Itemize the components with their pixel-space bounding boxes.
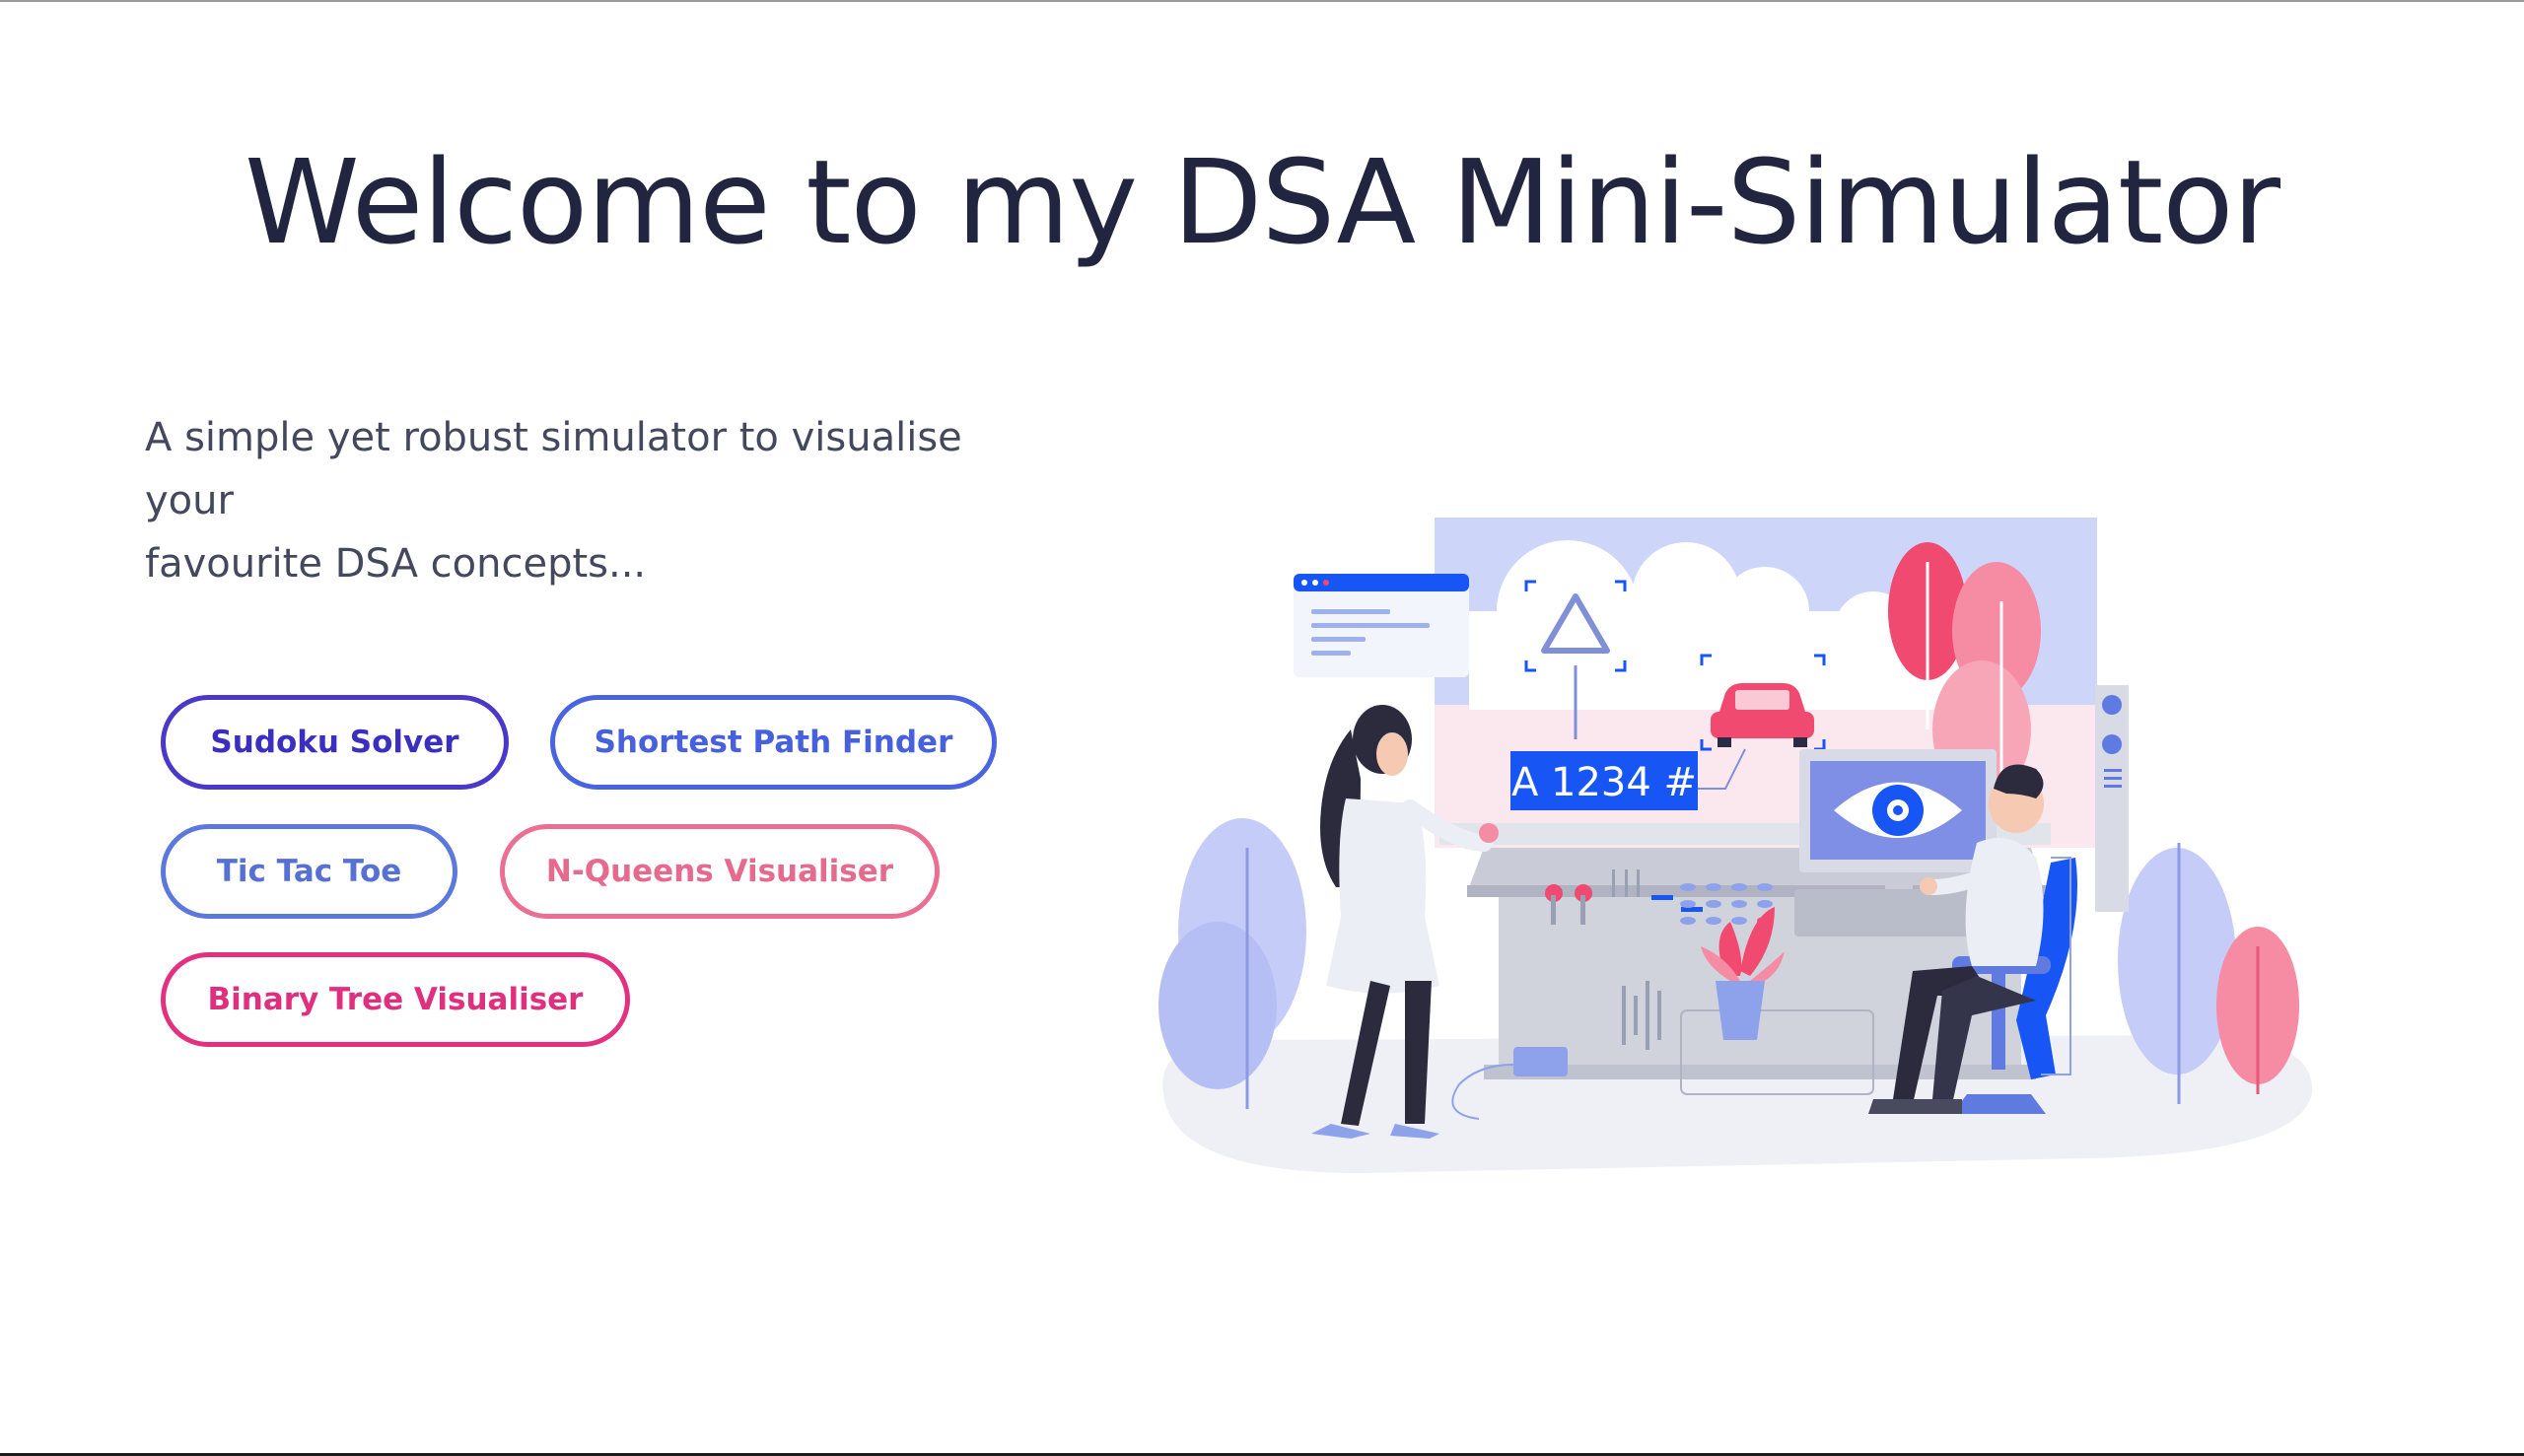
gear-icon bbox=[1872, 785, 1924, 836]
browser-window-icon bbox=[1294, 574, 1469, 677]
tic-tac-toe-button[interactable]: Tic Tac Toe bbox=[161, 824, 457, 919]
page-title: Welcome to my DSA Mini-Simulator bbox=[245, 134, 2280, 270]
hero-subtitle: A simple yet robust simulator to visuali… bbox=[145, 406, 1052, 595]
hero-subtitle-line-2: favourite DSA concepts... bbox=[145, 541, 647, 587]
hero-illustration: A 1234 # bbox=[1158, 518, 2313, 1173]
plate-text: A 1234 # bbox=[1511, 760, 1697, 805]
sudoku-solver-button[interactable]: Sudoku Solver bbox=[161, 695, 509, 790]
top-border bbox=[0, 0, 2524, 2]
server-rack bbox=[2095, 685, 2129, 912]
binary-tree-visualiser-button[interactable]: Binary Tree Visualiser bbox=[161, 952, 630, 1047]
n-queens-visualiser-button[interactable]: N-Queens Visualiser bbox=[500, 824, 940, 919]
hero-subtitle-line-1: A simple yet robust simulator to visuali… bbox=[145, 415, 962, 523]
shortest-path-finder-button[interactable]: Shortest Path Finder bbox=[550, 695, 997, 790]
usb-device bbox=[1513, 1047, 1568, 1076]
